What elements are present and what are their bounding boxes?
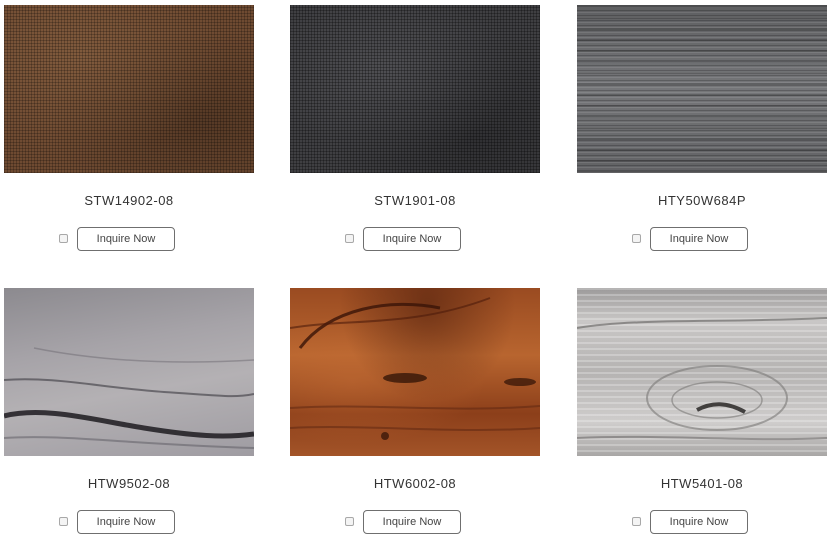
inquire-row: Inquire Now [290, 227, 540, 253]
inquire-row: Inquire Now [4, 510, 254, 536]
product-code: STW1901-08 [374, 193, 456, 208]
inquire-row: Inquire Now [290, 510, 540, 536]
product-card: STW1901-08 Inquire Now [290, 5, 540, 253]
product-swatch-image[interactable] [577, 288, 827, 456]
inquire-now-button[interactable]: Inquire Now [77, 227, 175, 251]
select-checkbox[interactable] [632, 517, 641, 526]
wood-grain-pattern [290, 297, 540, 440]
inquire-row: Inquire Now [4, 227, 254, 253]
wood-grain-pattern [4, 347, 254, 449]
wood-grain-pattern [577, 317, 827, 441]
select-checkbox[interactable] [59, 234, 68, 243]
select-checkbox[interactable] [59, 517, 68, 526]
product-swatch-image[interactable] [290, 5, 540, 173]
inquire-row: Inquire Now [577, 510, 827, 536]
inquire-now-button[interactable]: Inquire Now [363, 227, 461, 251]
inquire-now-button[interactable]: Inquire Now [77, 510, 175, 534]
select-checkbox[interactable] [345, 517, 354, 526]
product-card: HTW5401-08 Inquire Now [577, 288, 827, 536]
product-swatch-image[interactable] [290, 288, 540, 456]
product-card: HTY50W684P Inquire Now [577, 5, 827, 253]
product-swatch-image[interactable] [4, 5, 254, 173]
product-code: HTW9502-08 [87, 476, 171, 491]
inquire-now-button[interactable]: Inquire Now [650, 227, 748, 251]
product-swatch-image[interactable] [4, 288, 254, 456]
product-card: STW14902-08 Inquire Now [4, 5, 254, 253]
product-code: HTW5401-08 [660, 476, 744, 491]
inquire-row: Inquire Now [577, 227, 827, 253]
product-card: HTW6002-08 Inquire Now [290, 288, 540, 536]
select-checkbox[interactable] [345, 234, 354, 243]
inquire-now-button[interactable]: Inquire Now [363, 510, 461, 534]
product-swatch-image[interactable] [577, 5, 827, 173]
product-code: HTY50W684P [657, 193, 747, 208]
product-code: STW14902-08 [84, 193, 174, 208]
product-code: HTW6002-08 [373, 476, 457, 491]
select-checkbox[interactable] [632, 234, 641, 243]
inquire-now-button[interactable]: Inquire Now [650, 510, 748, 534]
product-card: HTW9502-08 Inquire Now [4, 288, 254, 536]
